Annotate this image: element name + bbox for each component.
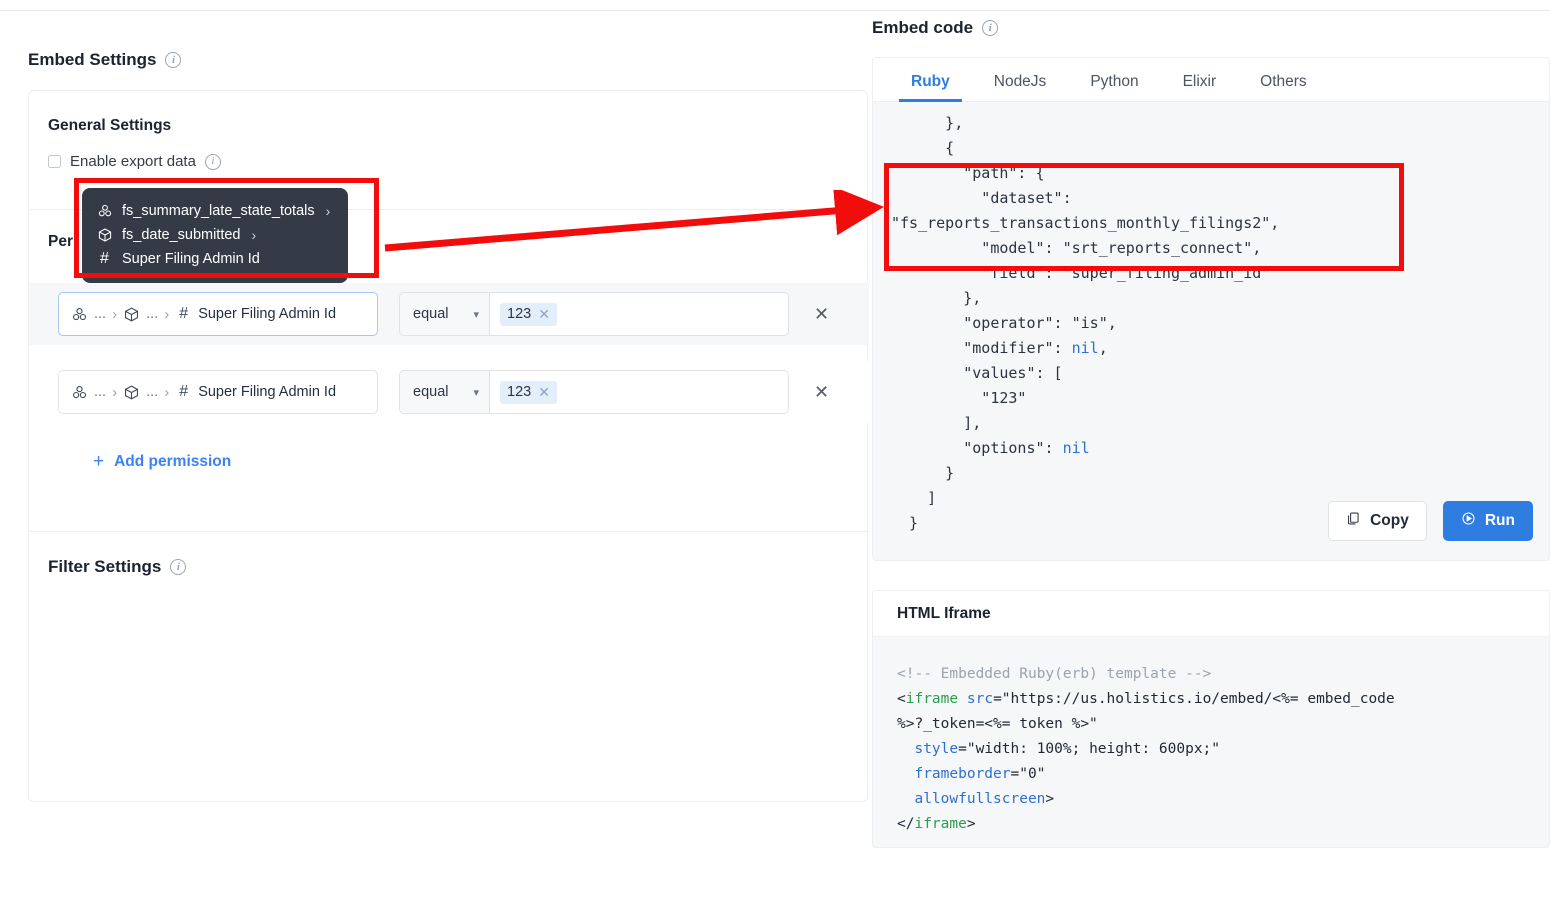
remove-permission-button[interactable]: ✕ <box>814 304 829 325</box>
embed-code-panel: Embed code i Ruby NodeJs Python Elixir O… <box>872 0 1550 901</box>
embed-code-title: Embed code <box>872 18 974 37</box>
html-iframe-code: <!-- Embedded Ruby(erb) template --> <if… <box>897 666 1395 832</box>
permission-row[interactable]: ... › ... › # Super Filing Admin Id equa… <box>29 361 869 423</box>
path-crumb-dots: ... <box>94 306 107 322</box>
permission-value-input[interactable]: 123 ✕ <box>489 370 789 414</box>
copy-icon <box>1346 511 1361 531</box>
tab-python[interactable]: Python <box>1068 73 1160 101</box>
embed-settings-panel: Embed Settings i General Settings Enable… <box>28 22 869 848</box>
chevron-right-icon: › <box>164 305 170 323</box>
path-crumb-dots: ... <box>146 384 159 400</box>
play-icon <box>1461 511 1476 531</box>
info-icon[interactable]: i <box>204 153 221 170</box>
value-chip-label: 123 <box>507 384 532 400</box>
model-icon <box>123 306 140 323</box>
dataset-icon <box>71 306 88 323</box>
close-icon[interactable]: ✕ <box>538 306 550 323</box>
chevron-right-icon: › <box>112 383 118 401</box>
value-chip[interactable]: 123 ✕ <box>500 380 557 404</box>
html-iframe-card: HTML Iframe <!-- Embedded Ruby(erb) temp… <box>872 590 1550 848</box>
tooltip-item[interactable]: fs_summary_late_state_totals › <box>96 199 334 223</box>
dataset-icon <box>96 203 113 220</box>
info-icon[interactable]: i <box>982 20 999 36</box>
tab-nodejs[interactable]: NodeJs <box>972 73 1069 101</box>
tooltip-item-label: Super Filing Admin Id <box>122 251 260 267</box>
enable-export-data-row[interactable]: Enable export data i <box>48 153 221 170</box>
divider <box>29 531 869 532</box>
add-permission-label: Add permission <box>114 453 232 470</box>
chevron-down-icon: ▾ <box>473 308 479 321</box>
hash-icon: # <box>179 383 189 400</box>
permission-operator-value: equal <box>413 384 449 400</box>
tooltip-item-label: fs_summary_late_state_totals <box>122 203 315 219</box>
permission-operator-select[interactable]: equal ▾ <box>399 292 489 336</box>
close-icon[interactable]: ✕ <box>538 384 550 401</box>
permission-field-label: Super Filing Admin Id <box>198 384 337 400</box>
permission-operator-value: equal <box>413 306 449 322</box>
html-iframe-body[interactable]: <!-- Embedded Ruby(erb) template --> <if… <box>873 637 1549 847</box>
run-label: Run <box>1484 512 1515 529</box>
value-chip-label: 123 <box>507 306 532 322</box>
remove-permission-button[interactable]: ✕ <box>814 382 829 403</box>
enable-export-data-checkbox[interactable] <box>48 155 61 168</box>
tooltip-pointer <box>200 268 216 277</box>
tooltip-item-label: fs_date_submitted <box>122 227 241 243</box>
info-icon[interactable]: i <box>170 559 187 575</box>
permission-path-field[interactable]: ... › ... › # Super Filing Admin Id <box>58 370 378 414</box>
general-settings-heading: General Settings <box>48 117 172 134</box>
tab-elixir[interactable]: Elixir <box>1161 73 1239 101</box>
permission-path-field[interactable]: ... › ... › # Super Filing Admin Id <box>58 292 378 336</box>
value-chip[interactable]: 123 ✕ <box>500 302 557 326</box>
run-button[interactable]: Run <box>1442 501 1533 541</box>
permission-heading: Per <box>48 233 73 250</box>
code-viewport[interactable]: }, { "path": { "dataset": "fs_reports_tr… <box>873 102 1549 560</box>
hash-icon: # <box>100 250 109 267</box>
copy-label: Copy <box>1370 512 1409 529</box>
chevron-down-icon: ▾ <box>473 386 479 399</box>
embed-code-text: }, { "path": { "dataset": "fs_reports_tr… <box>891 114 1280 532</box>
filter-settings-title: Filter Settings <box>48 557 162 576</box>
path-crumb-dots: ... <box>146 306 159 322</box>
embed-code-heading: Embed code i <box>872 18 999 38</box>
model-icon <box>96 227 113 244</box>
code-card: Ruby NodeJs Python Elixir Others }, { "p… <box>872 57 1550 561</box>
hash-icon: # <box>179 305 189 322</box>
annotation-arrow <box>384 190 884 252</box>
embed-settings-heading: Embed Settings i <box>28 50 182 70</box>
plus-icon: + <box>93 451 105 472</box>
tooltip-item[interactable]: fs_date_submitted › <box>96 223 334 247</box>
permission-row[interactable]: ... › ... › # Super Filing Admin Id equa… <box>29 283 869 345</box>
code-actions: Copy Run <box>1328 501 1533 541</box>
permission-field-label: Super Filing Admin Id <box>198 306 337 322</box>
model-icon <box>123 384 140 401</box>
language-tabs: Ruby NodeJs Python Elixir Others <box>873 58 1549 102</box>
copy-button[interactable]: Copy <box>1328 501 1427 541</box>
info-icon[interactable]: i <box>165 52 182 68</box>
tab-others[interactable]: Others <box>1238 73 1329 101</box>
add-permission-button[interactable]: + Add permission <box>93 451 231 473</box>
embed-settings-title: Embed Settings <box>28 50 157 69</box>
chevron-right-icon: › <box>251 227 257 243</box>
chevron-right-icon: › <box>325 203 331 219</box>
permission-operator-select[interactable]: equal ▾ <box>399 370 489 414</box>
chevron-right-icon: › <box>164 383 170 401</box>
html-iframe-heading: HTML Iframe <box>873 591 1549 637</box>
permission-value-input[interactable]: 123 ✕ <box>489 292 789 336</box>
enable-export-data-label: Enable export data <box>70 153 196 170</box>
tab-ruby[interactable]: Ruby <box>889 73 972 102</box>
chevron-right-icon: › <box>112 305 118 323</box>
filter-settings-heading: Filter Settings i <box>48 557 187 577</box>
dataset-icon <box>71 384 88 401</box>
path-crumb-dots: ... <box>94 384 107 400</box>
